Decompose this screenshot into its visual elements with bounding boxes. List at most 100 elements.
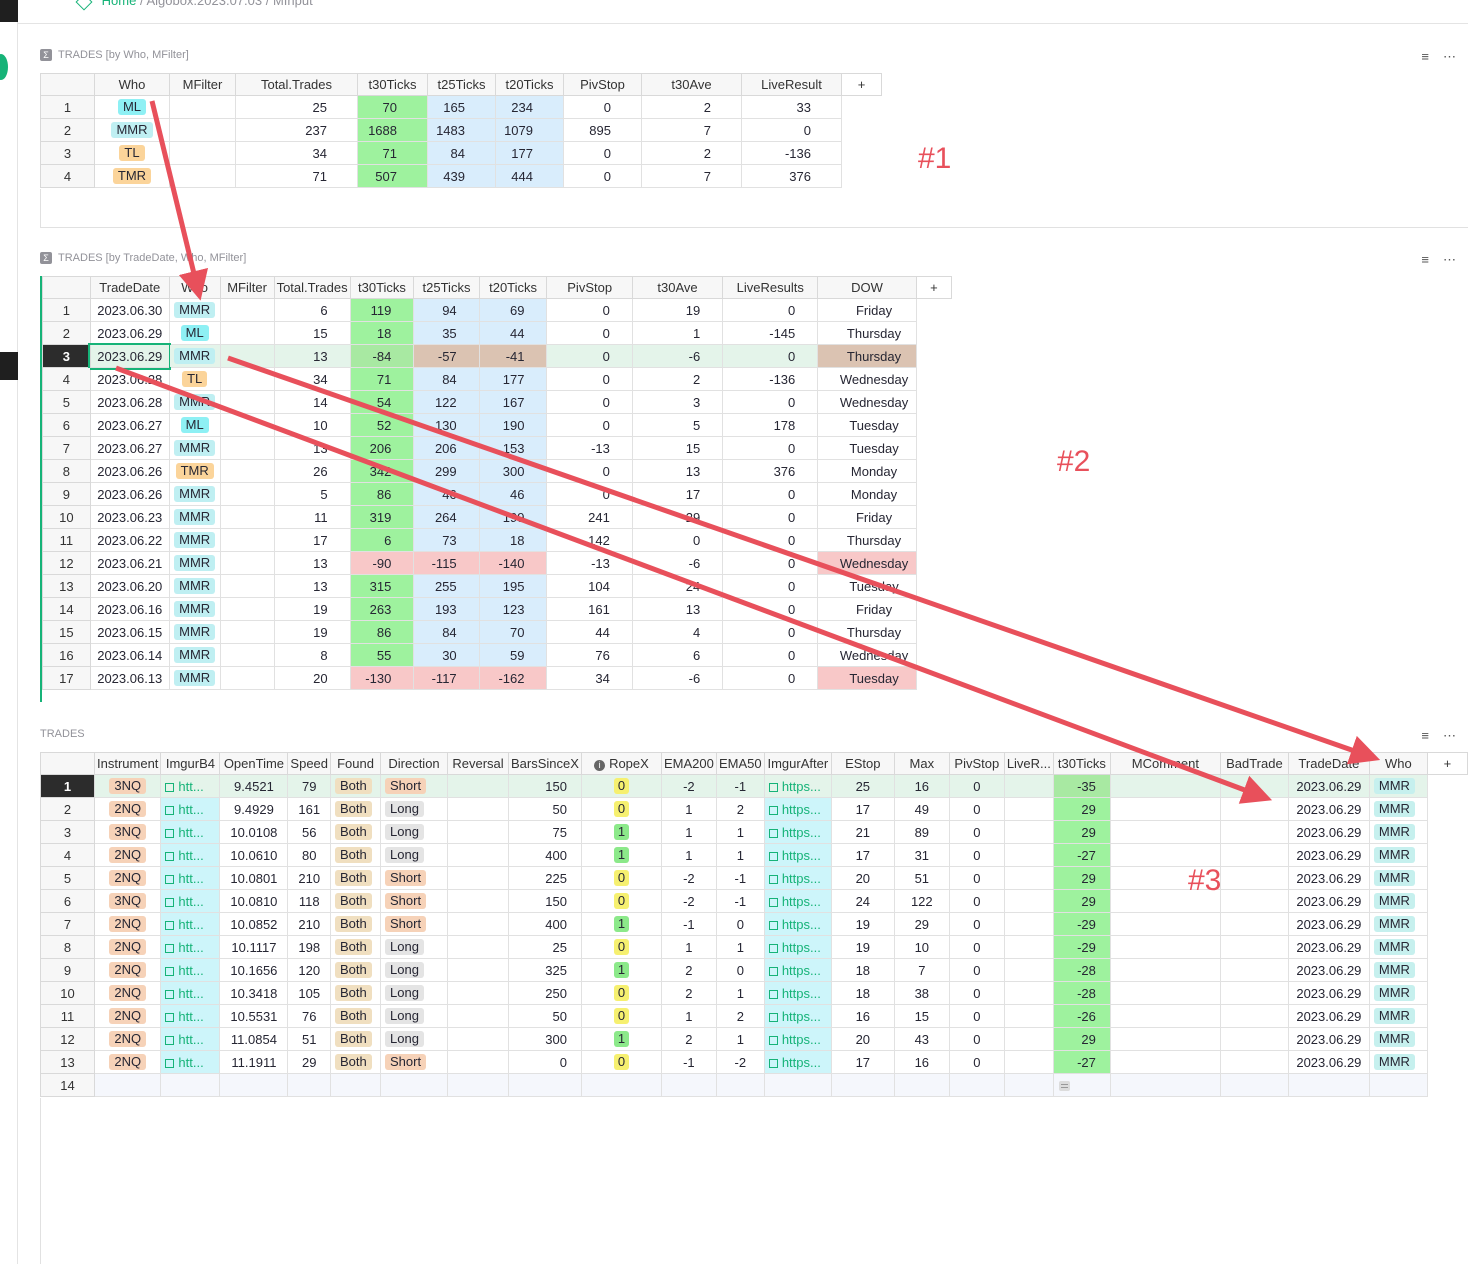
cell-who[interactable]: MMR <box>168 574 221 598</box>
cell-liveresults[interactable]: 0 <box>722 620 819 644</box>
cell-imguraftr[interactable]: https... <box>763 1050 832 1074</box>
breadcrumb-home[interactable]: Home <box>102 0 137 8</box>
cell-liveresults[interactable]: 0 <box>722 643 819 667</box>
cell-ropex[interactable]: 1 <box>580 912 662 936</box>
cell-imguraftr[interactable]: https... <box>763 774 832 798</box>
cell-t20[interactable]: 234 <box>495 95 564 119</box>
cell-t25[interactable]: -57 <box>413 344 480 368</box>
column-header[interactable]: ImgurB4 <box>160 752 221 775</box>
cell-imguraftr[interactable]: https... <box>763 843 832 867</box>
row-number[interactable]: 1 <box>40 774 95 798</box>
cell-who[interactable]: MMR <box>168 436 221 460</box>
new-row-cell[interactable] <box>1109 1073 1221 1097</box>
cell-estop[interactable]: 17 <box>830 843 895 867</box>
cell-who[interactable]: MMR <box>168 551 221 575</box>
cell-direction[interactable]: Long <box>380 981 449 1005</box>
sort-filter-icon[interactable]: ≡ <box>1421 49 1429 64</box>
link[interactable]: https... <box>768 871 821 886</box>
cell-t30[interactable]: 54 <box>349 390 415 414</box>
cell-imgurb4[interactable]: htt... <box>160 843 221 867</box>
cell-imgurb4[interactable]: htt... <box>160 1027 221 1051</box>
cell-speed[interactable]: 29 <box>287 1050 332 1074</box>
cell-estop[interactable]: 20 <box>830 866 895 890</box>
new-row-cell[interactable] <box>893 1073 950 1097</box>
cell-barssincex[interactable]: 50 <box>508 797 582 821</box>
cell-mfilter[interactable] <box>219 321 275 345</box>
cell-ropex[interactable]: 1 <box>580 958 662 982</box>
cell-pivstop[interactable]: 0 <box>546 459 633 483</box>
column-header[interactable]: i RopeX <box>580 752 662 775</box>
cell-ema200[interactable]: 1 <box>660 797 717 821</box>
cell-t20[interactable]: 300 <box>478 459 548 483</box>
more-icon[interactable]: ⋯ <box>1443 49 1456 64</box>
cell-total[interactable]: 6 <box>273 298 351 322</box>
link[interactable]: htt... <box>165 986 204 1001</box>
cell-tradedate[interactable]: 2023.06.27 <box>89 413 170 437</box>
cell-instrument[interactable]: 2NQ <box>93 866 162 890</box>
column-header[interactable]: LiveResult <box>741 73 842 96</box>
cell-estop[interactable]: 19 <box>830 912 895 936</box>
cell-speed[interactable]: 76 <box>287 1004 332 1028</box>
row-number[interactable]: 7 <box>42 436 91 460</box>
cell-t30ave[interactable]: 24 <box>631 574 724 598</box>
link[interactable]: https... <box>768 848 821 863</box>
table-row[interactable]: 5 2NQ htt... 10.0801 210 Both Short 225 0 -2 -1 htt… <box>40 866 1468 890</box>
cell-barssincex[interactable]: 150 <box>508 889 582 913</box>
cell-speed[interactable]: 105 <box>287 981 332 1005</box>
cell-t20[interactable]: 167 <box>478 390 548 414</box>
link[interactable]: htt... <box>165 940 204 955</box>
cell-ropex[interactable]: 0 <box>580 1004 662 1028</box>
cell-mfilter[interactable] <box>169 118 236 142</box>
cell-t30ave[interactable]: 17 <box>631 482 724 506</box>
cell-dow[interactable]: Wednesday <box>817 551 917 575</box>
cell-pivstop[interactable]: 0 <box>563 141 642 165</box>
cell-badtrade[interactable] <box>1219 1004 1289 1028</box>
cell-found[interactable]: Both <box>330 774 382 798</box>
cell-tradedate[interactable]: 2023.06.29 <box>1287 866 1370 890</box>
cell-who[interactable]: MMR <box>1368 912 1428 936</box>
table-row[interactable]: 3 2023.06.29 MMR 13 -84 -57 -41 0 -6 0 Thursday <box>42 342 952 370</box>
cell-imgurb4[interactable]: htt... <box>160 1004 221 1028</box>
cell-imgurb4[interactable]: htt... <box>160 1050 221 1074</box>
cell-who[interactable]: MMR <box>1368 1004 1428 1028</box>
cell-liveresults[interactable]: 0 <box>722 298 819 322</box>
new-row[interactable]: 14 <box>40 1073 1468 1097</box>
column-header[interactable]: PivStop <box>563 73 642 96</box>
cell-liver[interactable] <box>1003 797 1054 821</box>
cell-direction[interactable]: Long <box>380 843 449 867</box>
cell-max[interactable]: 16 <box>893 774 950 798</box>
row-number[interactable]: 17 <box>42 666 91 690</box>
cell-pivstop[interactable]: 76 <box>546 643 633 667</box>
cell-tradedate[interactable]: 2023.06.29 <box>1287 935 1370 959</box>
row-number[interactable]: 3 <box>42 344 91 368</box>
cell-max[interactable]: 51 <box>893 866 950 890</box>
cell-pivstop[interactable]: -13 <box>546 551 633 575</box>
cell-liveresults[interactable]: -136 <box>722 367 819 391</box>
cell-who[interactable]: ML <box>168 321 221 345</box>
cell-imgurb4[interactable]: htt... <box>160 889 221 913</box>
cell-t25[interactable]: 165 <box>427 95 496 119</box>
cell-t30ticks[interactable]: -29 <box>1052 912 1111 936</box>
cell-t25[interactable]: 206 <box>413 436 480 460</box>
cell-opentime[interactable]: 9.4521 <box>219 774 289 798</box>
cell-estop[interactable]: 18 <box>830 981 895 1005</box>
cell-liveresults[interactable]: 376 <box>722 459 819 483</box>
cell-instrument[interactable]: 2NQ <box>93 1004 162 1028</box>
cell-t25[interactable]: 193 <box>413 597 480 621</box>
cell-t30[interactable]: -130 <box>349 666 415 690</box>
new-row-cell[interactable] <box>380 1073 449 1097</box>
cell-found[interactable]: Both <box>330 935 382 959</box>
cell-opentime[interactable]: 10.0810 <box>219 889 289 913</box>
table-row[interactable]: 6 3NQ htt... 10.0810 118 Both Short 150 0 -2 -1 htt… <box>40 889 1468 913</box>
table-row[interactable]: 2 2023.06.29 ML 15 18 35 44 0 1 -145 Thursday <box>42 321 952 345</box>
row-number[interactable]: 1 <box>40 95 95 119</box>
link[interactable]: htt... <box>165 1009 204 1024</box>
cell-mfilter[interactable] <box>219 390 275 414</box>
cell-tradedate[interactable]: 2023.06.29 <box>1287 912 1370 936</box>
cell-who[interactable]: MMR <box>168 643 221 667</box>
cell-t30[interactable]: 507 <box>357 164 428 188</box>
cell-who[interactable]: MMR <box>1368 935 1428 959</box>
row-number[interactable]: 8 <box>40 935 95 959</box>
new-row-cell[interactable] <box>948 1073 1005 1097</box>
cell-pivstop[interactable]: 0 <box>948 958 1005 982</box>
